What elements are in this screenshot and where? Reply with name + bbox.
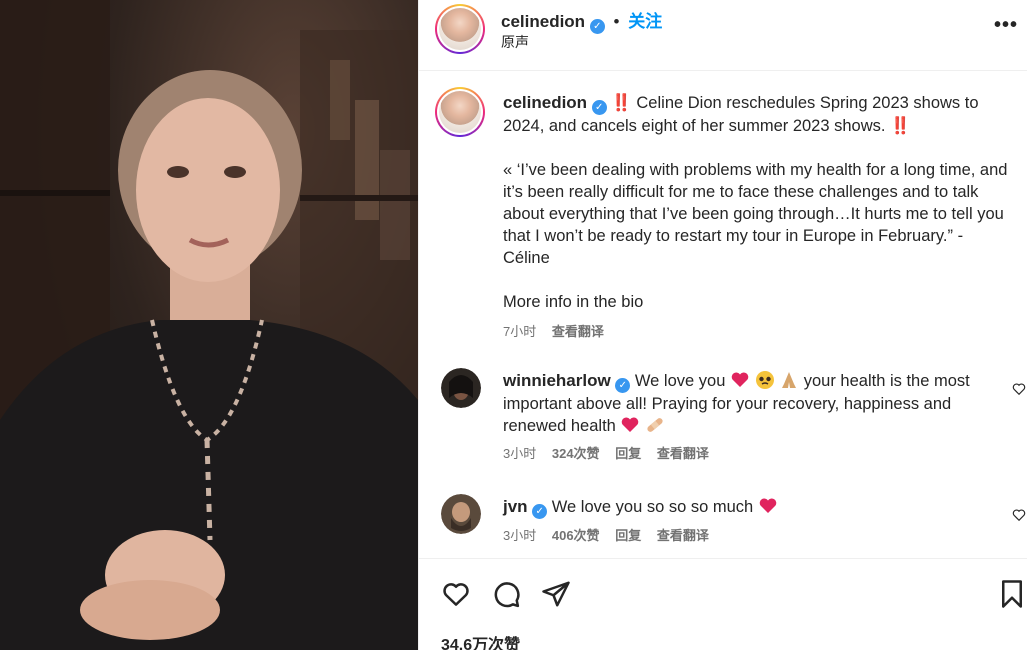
comment-like-heart-icon[interactable]: [1012, 382, 1026, 396]
post-media[interactable]: [0, 0, 418, 650]
pleading-face-emoji-icon: [755, 371, 774, 389]
header-user-line: celinedion ✓ • 关注: [501, 7, 662, 34]
post-panel: celinedion ✓ • 关注 原声 ••• celinedion ✓ ‼️…: [418, 0, 1027, 650]
author-avatar[interactable]: [435, 4, 485, 54]
comment-username[interactable]: jvn: [503, 497, 528, 516]
bandage-emoji-icon: [647, 418, 663, 432]
comment-meta: 3小时 324次赞 回复 查看翻译: [503, 443, 1003, 465]
commenter-avatar[interactable]: [441, 494, 481, 534]
share-icon[interactable]: [541, 579, 571, 609]
verified-badge-icon: ✓: [615, 378, 631, 393]
author-username[interactable]: celinedion: [501, 12, 585, 31]
caption-avatar[interactable]: [435, 87, 485, 137]
comment-likes[interactable]: 324次赞: [552, 446, 600, 461]
caption-see-translation[interactable]: 查看翻译: [552, 324, 604, 339]
comment-body: jvn ✓ We love you so so so much 3小时 406次…: [503, 496, 1003, 547]
more-options-icon[interactable]: •••: [994, 14, 1018, 37]
comment-text-start: We love you: [634, 372, 726, 390]
heart-icon[interactable]: [441, 579, 471, 609]
comment-icon[interactable]: [491, 579, 521, 609]
bookmark-icon[interactable]: [997, 579, 1027, 609]
comment-text: We love you so so so much: [551, 498, 754, 516]
comment-see-translation[interactable]: 查看翻译: [657, 446, 709, 461]
red-heart-emoji-icon: [759, 498, 777, 513]
caption-meta: 7小时 查看翻译: [503, 321, 1008, 343]
post-caption: celinedion ✓ ‼️ Celine Dion reschedules …: [503, 92, 1008, 343]
commenter-avatar[interactable]: [441, 368, 481, 408]
comment-body: winnieharlow ✓ We love you your health i…: [503, 370, 1003, 465]
red-heart-emoji-icon: [731, 372, 749, 387]
caption-time[interactable]: 7小时: [503, 324, 536, 339]
caption-more-info: More info in the bio: [503, 293, 644, 311]
comment-username[interactable]: winnieharlow: [503, 371, 611, 390]
verified-badge-icon: ✓: [589, 19, 605, 34]
post-action-bar: 34.6万次赞: [419, 558, 1027, 650]
post-video-frame: [0, 0, 418, 650]
comment-reply-button[interactable]: 回复: [615, 528, 641, 543]
folded-hands-emoji-icon: [782, 372, 797, 388]
comment-meta: 3小时 406次赞 回复 查看翻译: [503, 525, 1003, 547]
post-like-count[interactable]: 34.6万次赞: [441, 631, 520, 650]
red-heart-emoji-icon: [622, 417, 639, 432]
verified-badge-icon: ✓: [532, 504, 548, 519]
verified-badge-icon: ✓: [591, 100, 607, 115]
comment-reply-button[interactable]: 回复: [615, 446, 641, 461]
comment-time: 3小时: [503, 528, 537, 543]
post-header: celinedion ✓ • 关注 原声 •••: [419, 0, 1027, 71]
comment-see-translation[interactable]: 查看翻译: [657, 528, 709, 543]
comment-likes[interactable]: 406次赞: [552, 528, 600, 543]
comment-like-heart-icon[interactable]: [1012, 508, 1026, 522]
caption-username[interactable]: celinedion: [503, 93, 587, 112]
separator-dot: •: [613, 12, 620, 31]
audio-label[interactable]: 原声: [501, 32, 529, 52]
follow-button[interactable]: 关注: [628, 12, 662, 31]
caption-quote: « ‘I’ve been dealing with problems with …: [503, 161, 1008, 267]
comment-time: 3小时: [503, 446, 537, 461]
